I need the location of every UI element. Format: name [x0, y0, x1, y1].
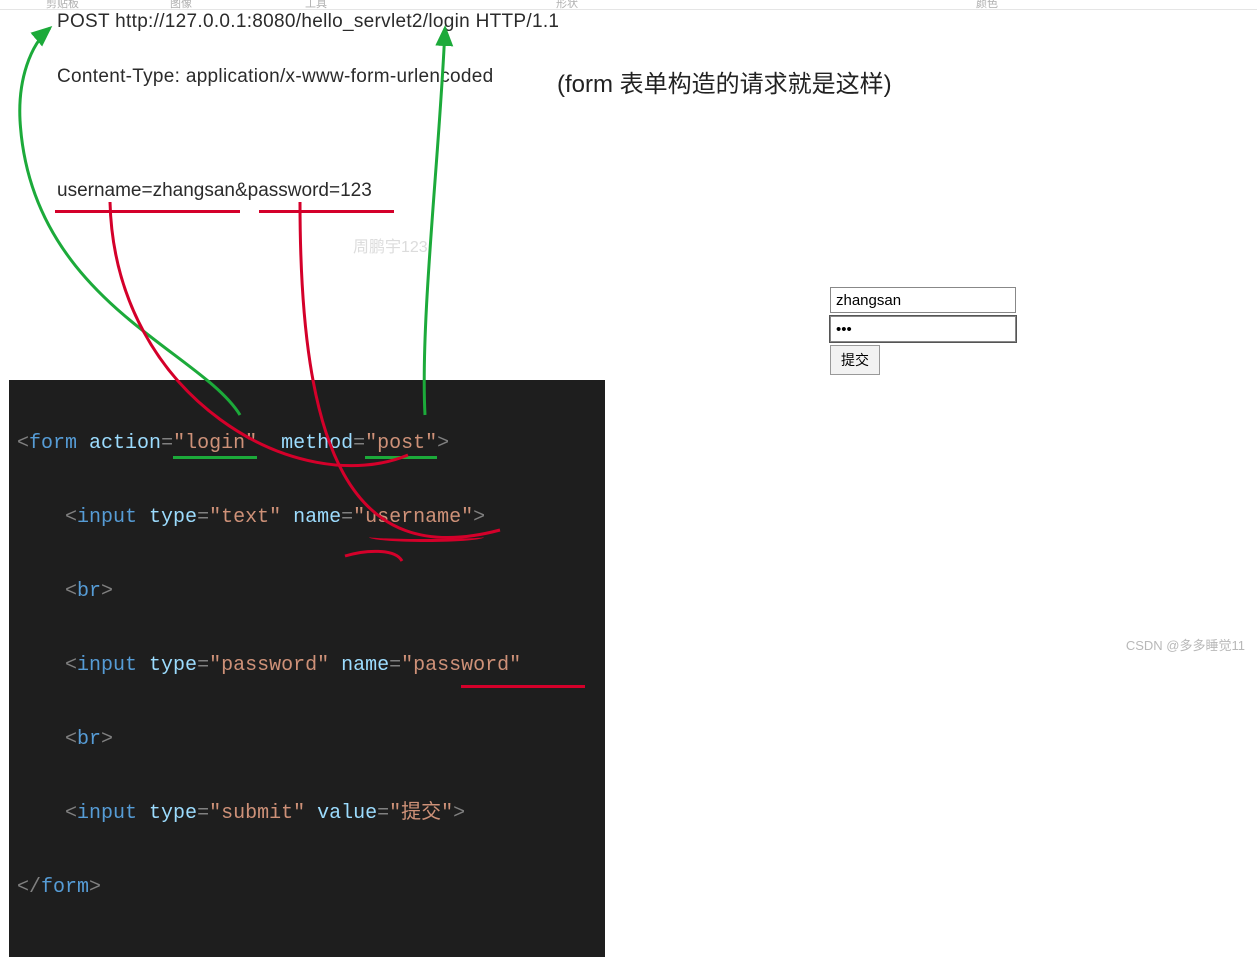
footer-credit: CSDN @多多睡觉11: [1126, 635, 1245, 654]
form-preview: 提交: [830, 287, 1016, 375]
code-line-br2: <br>: [17, 721, 597, 758]
underline-username-body: [55, 210, 240, 213]
ribbon-colors-label: 颜色: [976, 0, 998, 11]
code-line-form-open: <form action="login" method="post">: [17, 425, 597, 462]
code-action-value: "login": [173, 432, 257, 459]
http-content-type: Content-Type: application/x-www-form-url…: [57, 64, 559, 91]
html-code-block: <form action="login" method="post"> <inp…: [9, 380, 605, 957]
code-line-input-text: <input type="text" name="username">: [17, 499, 597, 536]
watermark-author: 周鹏宇123: [353, 233, 428, 257]
code-line-input-password: <input type="password" name="password": [17, 647, 597, 684]
submit-button[interactable]: 提交: [830, 345, 880, 375]
username-input[interactable]: [830, 287, 1016, 313]
code-username-value: "username": [353, 506, 473, 529]
password-input[interactable]: [830, 316, 1016, 342]
code-line-form-close: </form>: [17, 869, 597, 906]
http-body-line: username=zhangsan&password=123: [57, 178, 372, 205]
http-request-block: POST http://127.0.0.1:8080/hello_servlet…: [57, 9, 559, 205]
code-password-value: "password": [401, 654, 521, 677]
red-underline-password-code: [461, 685, 585, 688]
code-line-input-submit: <input type="submit" value="提交">: [17, 795, 597, 832]
http-request-line: POST http://127.0.0.1:8080/hello_servlet…: [57, 9, 559, 36]
underline-password-body: [259, 210, 394, 213]
code-line-br1: <br>: [17, 573, 597, 610]
code-method-value: "post": [365, 432, 437, 459]
http-body-text: username=zhangsan&password=123: [57, 180, 372, 201]
red-underline-username-code: [369, 532, 484, 542]
annotation-text: (form 表单构造的请求就是这样): [557, 64, 892, 99]
ribbon-shapes-label: 形状: [556, 0, 578, 11]
